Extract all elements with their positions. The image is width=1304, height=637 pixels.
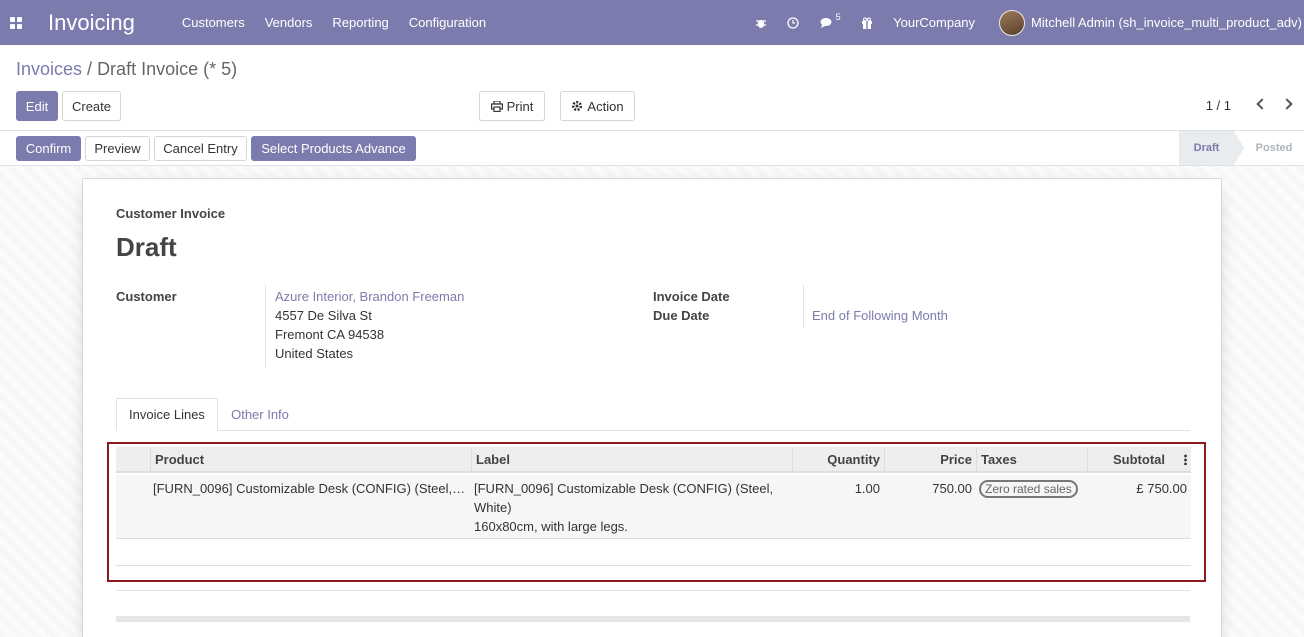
column-header-subtotal[interactable]: Subtotal	[1087, 447, 1191, 471]
confirm-button[interactable]: Confirm	[16, 136, 81, 161]
invoice-sheet: Customer Invoice Draft Customer Azure In…	[82, 178, 1222, 637]
column-header-price[interactable]: Price	[884, 447, 976, 471]
invoice-date-label: Invoice Date	[653, 289, 730, 304]
message-count-badge: 5	[835, 11, 841, 22]
main-menu: Customers Vendors Reporting Configuratio…	[182, 15, 506, 30]
stage-posted[interactable]: Posted	[1244, 131, 1304, 165]
table-header: Product Label Quantity Price Taxes Subto…	[116, 447, 1191, 473]
cancel-entry-button[interactable]: Cancel Entry	[154, 136, 247, 161]
column-header-quantity[interactable]: Quantity	[792, 447, 884, 471]
menu-item-vendors[interactable]: Vendors	[265, 15, 313, 30]
field-divider	[803, 285, 804, 328]
column-options-icon[interactable]	[1184, 454, 1187, 465]
empty-row	[116, 540, 1191, 566]
pager-value[interactable]: 1 / 1	[1206, 98, 1231, 113]
section-divider	[116, 590, 1190, 591]
breadcrumb-invoices[interactable]: Invoices	[16, 59, 82, 79]
notebook-tabs: Invoice Lines Other Info	[116, 398, 1190, 431]
tab-invoice-lines[interactable]: Invoice Lines	[116, 398, 218, 431]
chat-icon[interactable]: 5	[819, 12, 841, 29]
customer-address-street: 4557 De Silva St	[275, 308, 372, 323]
app-title[interactable]: Invoicing	[48, 10, 135, 36]
tax-badge: Zero rated sales	[979, 480, 1078, 498]
customer-address-city: Fremont CA 94538	[275, 327, 385, 342]
pager-previous-icon[interactable]	[1256, 98, 1268, 110]
cell-label-line2: White)	[474, 500, 512, 515]
tab-other-info[interactable]: Other Info	[218, 398, 302, 431]
customer-link[interactable]: Azure Interior, Brandon Freeman	[275, 289, 464, 304]
payment-term-link[interactable]: End of Following Month	[812, 308, 948, 323]
document-state-title: Draft	[116, 232, 177, 262]
column-header-taxes[interactable]: Taxes	[976, 447, 1087, 471]
cell-label-line3: 160x80cm, with large legs.	[474, 519, 628, 534]
column-header-product[interactable]: Product	[150, 447, 471, 471]
cell-subtotal: £ 750.00	[1136, 481, 1187, 496]
cell-quantity: 1.00	[854, 481, 880, 496]
cell-product: [FURN_0096] Customizable Desk (CONFIG) (…	[153, 481, 466, 496]
avatar[interactable]	[999, 9, 1026, 36]
action-label: Action	[587, 98, 624, 114]
apps-icon[interactable]	[10, 16, 22, 29]
action-button[interactable]: Action	[560, 91, 635, 121]
gear-icon	[572, 100, 583, 112]
gift-icon[interactable]	[861, 17, 873, 29]
top-navbar: Invoicing Customers Vendors Reporting Co…	[0, 0, 1304, 45]
create-button[interactable]: Create	[62, 91, 121, 121]
customer-label: Customer	[116, 289, 177, 304]
breadcrumb-separator: /	[87, 59, 93, 79]
cell-label-line1: [FURN_0096] Customizable Desk (CONFIG) (…	[474, 481, 774, 496]
menu-item-reporting[interactable]: Reporting	[332, 15, 388, 30]
table-row[interactable]: [FURN_0096] Customizable Desk (CONFIG) (…	[116, 475, 1191, 539]
totals-bar	[116, 616, 1190, 622]
statusbar: Confirm Preview Cancel Entry Select Prod…	[0, 131, 1304, 166]
document-type: Customer Invoice	[116, 206, 226, 221]
select-products-advance-button[interactable]: Select Products Advance	[251, 136, 416, 161]
company-switcher[interactable]: YourCompany	[893, 15, 975, 30]
systray: 5 YourCompany Mitchell Admin (sh_invoice…	[755, 0, 1304, 45]
menu-item-customers[interactable]: Customers	[182, 15, 245, 30]
edit-button[interactable]: Edit	[16, 91, 58, 121]
cell-price: 750.00	[932, 481, 972, 496]
field-divider	[265, 285, 266, 368]
stage-draft[interactable]: Draft	[1179, 131, 1244, 165]
user-menu[interactable]: Mitchell Admin (sh_invoice_multi_product…	[1031, 15, 1302, 30]
bug-icon[interactable]	[755, 17, 767, 29]
control-panel: Invoices / Draft Invoice (* 5) Edit Create…	[0, 45, 1304, 131]
customer-address-country: United States	[275, 346, 354, 361]
breadcrumb-current: Draft Invoice (* 5)	[97, 59, 238, 79]
preview-button[interactable]: Preview	[85, 136, 150, 161]
print-icon	[490, 100, 503, 112]
pager-next-icon[interactable]	[1281, 98, 1293, 110]
print-button[interactable]: Print	[479, 91, 545, 121]
print-label: Print	[506, 98, 534, 114]
breadcrumb: Invoices / Draft Invoice (* 5)	[16, 59, 237, 80]
clock-icon[interactable]	[787, 16, 799, 29]
column-header-label[interactable]: Label	[471, 447, 792, 471]
menu-item-configuration[interactable]: Configuration	[409, 15, 486, 30]
due-date-label: Due Date	[653, 308, 710, 323]
invoice-lines-table: Product Label Quantity Price Taxes Subto…	[107, 442, 1206, 582]
